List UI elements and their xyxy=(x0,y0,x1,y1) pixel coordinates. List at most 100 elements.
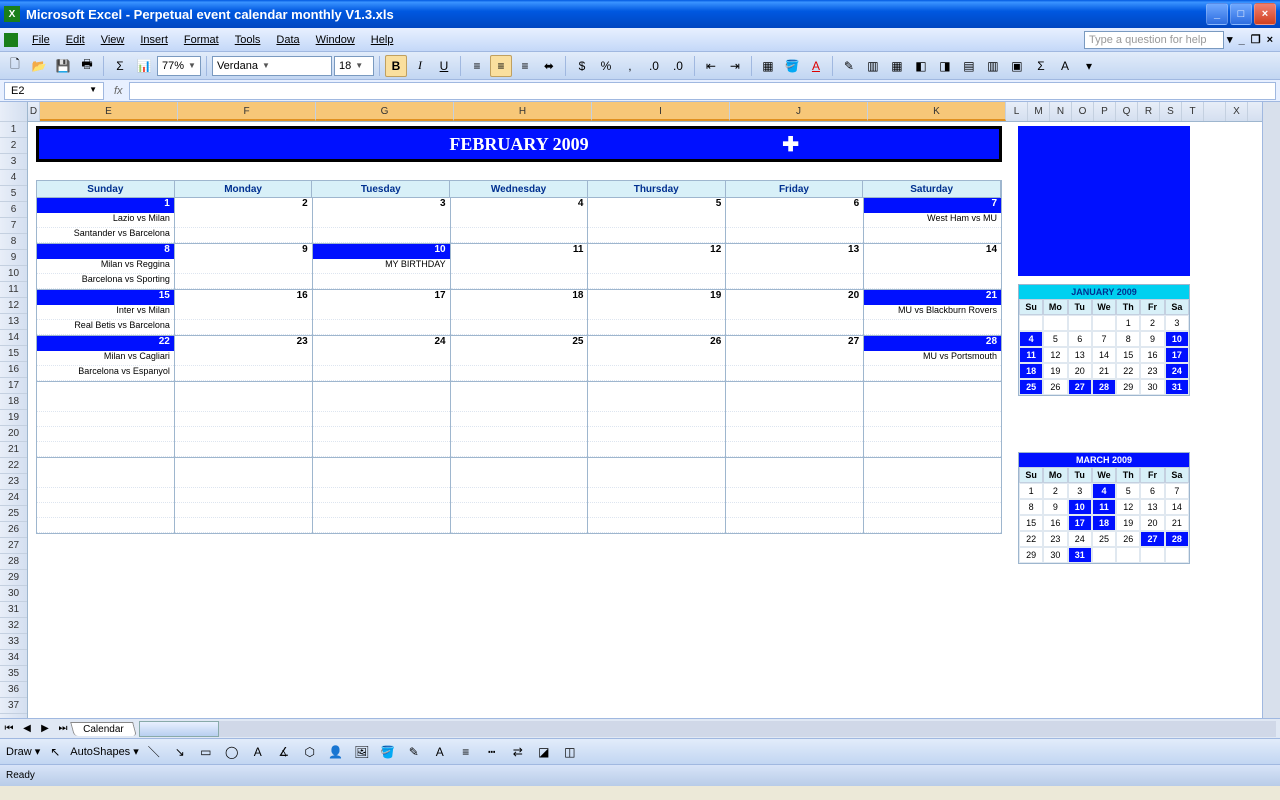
currency-icon[interactable]: $ xyxy=(571,55,593,77)
row-header[interactable]: 6 xyxy=(0,202,27,218)
row-header[interactable]: 10 xyxy=(0,266,27,282)
menu-data[interactable]: Data xyxy=(268,31,307,49)
autoshapes-menu[interactable]: AutoShapes ▾ xyxy=(70,745,139,758)
increase-decimal-icon[interactable]: .0 xyxy=(643,55,665,77)
sheet-tab-calendar[interactable]: Calendar xyxy=(70,722,136,736)
mini-day-cell[interactable]: 7 xyxy=(1165,483,1189,499)
calendar-day-cell[interactable]: 8Milan vs RegginaBarcelona vs Sporting xyxy=(37,244,175,290)
mini-day-cell[interactable]: 7 xyxy=(1092,331,1116,347)
comma-icon[interactable]: , xyxy=(619,55,641,77)
mini-day-cell[interactable]: 31 xyxy=(1165,379,1189,395)
doc-restore-button[interactable]: ❐ xyxy=(1248,33,1264,46)
misc-icon[interactable]: ▥ xyxy=(862,55,884,77)
calendar-day-cell[interactable]: 17 xyxy=(313,290,451,336)
mini-day-cell[interactable]: 30 xyxy=(1043,547,1067,563)
mini-day-cell[interactable]: 31 xyxy=(1068,547,1092,563)
save-icon[interactable]: 💾 xyxy=(52,55,74,77)
fill-color-icon[interactable]: 🪣 xyxy=(781,55,803,77)
row-header[interactable]: 18 xyxy=(0,394,27,410)
calendar-day-cell[interactable]: 13 xyxy=(726,244,864,290)
calendar-day-cell[interactable]: 1Lazio vs MilanSantander vs Barcelona xyxy=(37,198,175,244)
menu-view[interactable]: View xyxy=(93,31,133,49)
mini-day-cell[interactable] xyxy=(1019,315,1043,331)
calendar-day-cell[interactable] xyxy=(37,458,175,534)
doc-minimize-button[interactable]: _ xyxy=(1236,34,1248,46)
arrow-style-icon[interactable]: ⇄ xyxy=(507,741,529,763)
mini-day-cell[interactable]: 5 xyxy=(1116,483,1140,499)
col-header[interactable]: X xyxy=(1226,102,1248,121)
name-box[interactable]: E2▼ xyxy=(4,82,104,100)
oval-icon[interactable]: ◯ xyxy=(221,741,243,763)
align-left-icon[interactable]: ≡ xyxy=(466,55,488,77)
diagram-icon[interactable]: ⬡ xyxy=(299,741,321,763)
font-combo[interactable]: Verdana▼ xyxy=(212,56,332,76)
col-header[interactable]: D xyxy=(28,102,40,121)
mini-day-cell[interactable]: 17 xyxy=(1165,347,1189,363)
mini-day-cell[interactable] xyxy=(1092,315,1116,331)
row-header[interactable]: 1 xyxy=(0,122,27,138)
rectangle-icon[interactable]: ▭ xyxy=(195,741,217,763)
mini-day-cell[interactable]: 8 xyxy=(1019,499,1043,515)
mini-day-cell[interactable]: 2 xyxy=(1140,315,1164,331)
bold-button[interactable]: B xyxy=(385,55,407,77)
decrease-decimal-icon[interactable]: .0 xyxy=(667,55,689,77)
mini-day-cell[interactable]: 15 xyxy=(1019,515,1043,531)
mini-day-cell[interactable]: 12 xyxy=(1116,499,1140,515)
mini-day-cell[interactable]: 22 xyxy=(1019,531,1043,547)
mini-day-cell[interactable]: 21 xyxy=(1092,363,1116,379)
mini-day-cell[interactable]: 6 xyxy=(1140,483,1164,499)
row-header[interactable]: 24 xyxy=(0,490,27,506)
mini-day-cell[interactable]: 19 xyxy=(1116,515,1140,531)
fill-color-icon[interactable]: 🪣 xyxy=(377,741,399,763)
textbox-icon[interactable]: A xyxy=(247,741,269,763)
row-header[interactable]: 33 xyxy=(0,634,27,650)
mini-day-cell[interactable]: 13 xyxy=(1068,347,1092,363)
col-header[interactable]: G xyxy=(316,102,454,121)
clipart-icon[interactable]: 👤 xyxy=(325,741,347,763)
dash-style-icon[interactable]: ┅ xyxy=(481,741,503,763)
calendar-day-cell[interactable]: 26 xyxy=(588,336,726,382)
row-header[interactable]: 27 xyxy=(0,538,27,554)
calendar-day-cell[interactable]: 20 xyxy=(726,290,864,336)
doc-close-button[interactable]: × xyxy=(1264,34,1276,46)
mini-day-cell[interactable] xyxy=(1068,315,1092,331)
row-header[interactable]: 13 xyxy=(0,314,27,330)
row-header[interactable]: 4 xyxy=(0,170,27,186)
mini-day-cell[interactable]: 20 xyxy=(1068,363,1092,379)
calendar-title-cell[interactable]: FEBRUARY 2009 ✚ xyxy=(36,126,1002,162)
mini-day-cell[interactable]: 30 xyxy=(1140,379,1164,395)
mini-day-cell[interactable]: 17 xyxy=(1068,515,1092,531)
calendar-day-cell[interactable] xyxy=(313,458,451,534)
calendar-day-cell[interactable]: 12 xyxy=(588,244,726,290)
mini-day-cell[interactable]: 27 xyxy=(1068,379,1092,395)
formula-input[interactable] xyxy=(129,82,1276,100)
chart-icon[interactable]: 📊 xyxy=(133,55,155,77)
mini-day-cell[interactable]: 13 xyxy=(1140,499,1164,515)
align-right-icon[interactable]: ≡ xyxy=(514,55,536,77)
mini-day-cell[interactable]: 18 xyxy=(1019,363,1043,379)
mini-day-cell[interactable]: 14 xyxy=(1165,499,1189,515)
misc-icon[interactable]: ▦ xyxy=(886,55,908,77)
sum-icon[interactable]: Σ xyxy=(109,55,131,77)
misc-icon[interactable]: ▥ xyxy=(982,55,1004,77)
mini-day-cell[interactable] xyxy=(1116,547,1140,563)
mini-day-cell[interactable]: 2 xyxy=(1043,483,1067,499)
help-search-input[interactable]: Type a question for help xyxy=(1084,31,1224,49)
row-header[interactable]: 34 xyxy=(0,650,27,666)
tab-prev-icon[interactable]: ◀ xyxy=(18,723,36,734)
calendar-day-cell[interactable] xyxy=(588,458,726,534)
mini-day-cell[interactable]: 29 xyxy=(1116,379,1140,395)
increase-indent-icon[interactable]: ⇥ xyxy=(724,55,746,77)
mini-day-cell[interactable]: 25 xyxy=(1019,379,1043,395)
mini-day-cell[interactable]: 26 xyxy=(1043,379,1067,395)
calendar-day-cell[interactable] xyxy=(864,382,1002,458)
calendar-day-cell[interactable]: 18 xyxy=(451,290,589,336)
calendar-day-cell[interactable] xyxy=(726,382,864,458)
mini-day-cell[interactable]: 10 xyxy=(1068,499,1092,515)
misc-icon[interactable]: ◧ xyxy=(910,55,932,77)
row-header[interactable]: 16 xyxy=(0,362,27,378)
row-header[interactable]: 15 xyxy=(0,346,27,362)
row-header[interactable]: 30 xyxy=(0,586,27,602)
decrease-indent-icon[interactable]: ⇤ xyxy=(700,55,722,77)
col-header[interactable]: J xyxy=(730,102,868,121)
